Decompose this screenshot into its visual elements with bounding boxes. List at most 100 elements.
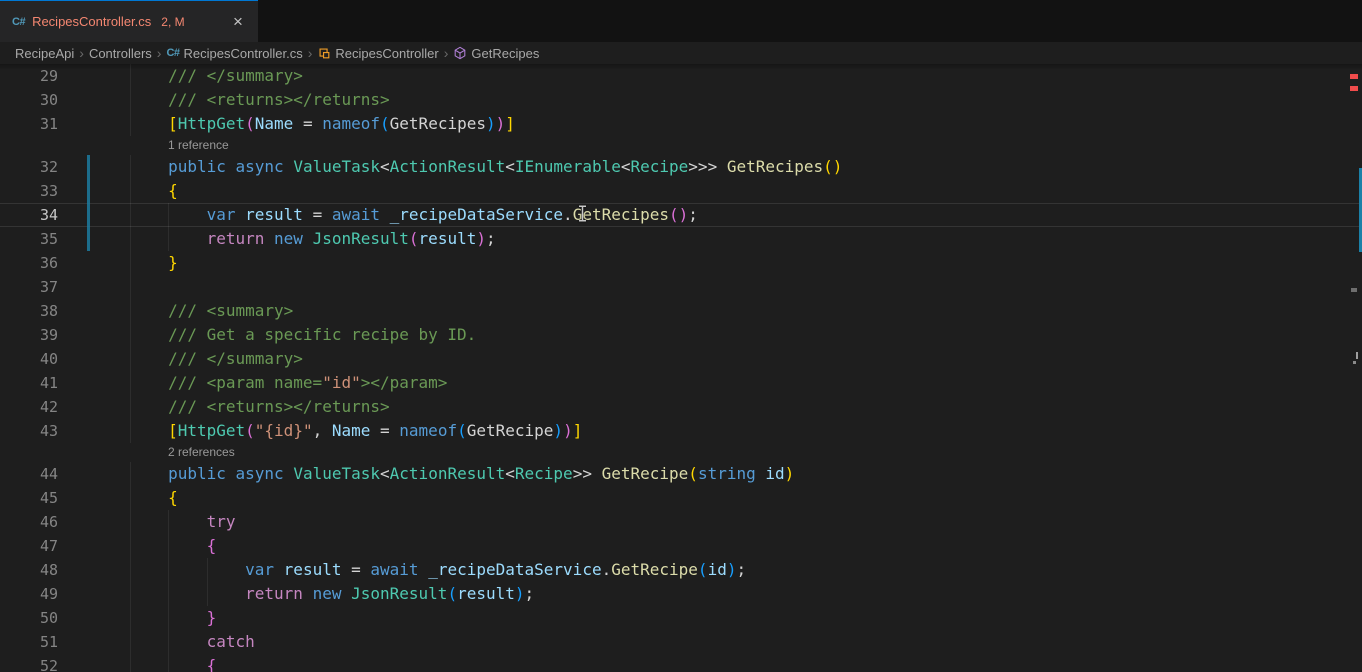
code-line-40[interactable]: 40 /// </summary> <box>0 347 1362 371</box>
line-number[interactable]: 33 <box>0 179 58 203</box>
git-modified-marker <box>87 179 90 203</box>
line-number[interactable]: 42 <box>0 395 58 419</box>
indent-guide <box>168 534 169 558</box>
line-number[interactable]: 44 <box>0 462 58 486</box>
indent-guide <box>168 558 169 582</box>
code-text: { <box>91 488 178 507</box>
code-text: } <box>91 253 178 272</box>
line-number[interactable]: 46 <box>0 510 58 534</box>
indent-guide <box>130 347 131 371</box>
code-line-49[interactable]: 49 return new JsonResult(result); <box>0 582 1362 606</box>
line-number[interactable]: 38 <box>0 299 58 323</box>
code-text: try <box>91 512 236 531</box>
git-modified-marker <box>87 227 90 251</box>
indent-guide <box>168 582 169 606</box>
indent-guide <box>130 88 131 112</box>
code-text: /// </summary> <box>91 66 303 85</box>
code-line-52[interactable]: 52 { <box>0 654 1362 672</box>
indent-guide <box>130 419 131 443</box>
codelens-reference[interactable]: 2 references <box>0 443 1362 462</box>
code-text: catch <box>91 632 255 651</box>
line-number[interactable]: 47 <box>0 534 58 558</box>
indent-guide <box>130 179 131 203</box>
code-line-50[interactable]: 50 } <box>0 606 1362 630</box>
code-text: return new JsonResult(result); <box>91 584 534 603</box>
line-number[interactable]: 30 <box>0 88 58 112</box>
code-line-47[interactable]: 47 { <box>0 534 1362 558</box>
code-line-45[interactable]: 45 { <box>0 486 1362 510</box>
line-number[interactable]: 36 <box>0 251 58 275</box>
code-line-51[interactable]: 51 catch <box>0 630 1362 654</box>
breadcrumb-item-file[interactable]: RecipesController.cs <box>184 46 303 61</box>
code-line-35[interactable]: 35 return new JsonResult(result); <box>0 227 1362 251</box>
indent-guide <box>130 155 131 179</box>
line-number[interactable]: 32 <box>0 155 58 179</box>
breadcrumb-item-recipeapi[interactable]: RecipeApi <box>15 46 74 61</box>
line-number[interactable]: 31 <box>0 112 58 136</box>
overview-ruler-mark <box>1350 74 1358 79</box>
code-line-32[interactable]: 32 public async ValueTask<ActionResult<I… <box>0 155 1362 179</box>
code-line-46[interactable]: 46 try <box>0 510 1362 534</box>
line-number[interactable]: 50 <box>0 606 58 630</box>
code-text: [HttpGet("{id}", Name = nameof(GetRecipe… <box>91 421 582 440</box>
code-text: /// <summary> <box>91 301 293 320</box>
indent-guide <box>130 299 131 323</box>
code-line-33[interactable]: 33 { <box>0 179 1362 203</box>
indent-guide <box>168 227 169 251</box>
code-line-41[interactable]: 41 /// <param name="id"></param> <box>0 371 1362 395</box>
overview-ruler-mark <box>1350 86 1358 91</box>
code-text: return new JsonResult(result); <box>91 229 496 248</box>
line-number[interactable]: 49 <box>0 582 58 606</box>
line-number[interactable]: 43 <box>0 419 58 443</box>
code-line-44[interactable]: 44 public async ValueTask<ActionResult<R… <box>0 462 1362 486</box>
code-text: } <box>91 608 216 627</box>
code-line-43[interactable]: 43 [HttpGet("{id}", Name = nameof(GetRec… <box>0 419 1362 443</box>
code-line-38[interactable]: 38 /// <summary> <box>0 299 1362 323</box>
line-number[interactable]: 45 <box>0 486 58 510</box>
line-number[interactable]: 52 <box>0 654 58 672</box>
indent-guide <box>130 510 131 534</box>
indent-guide <box>130 486 131 510</box>
indent-guide <box>130 112 131 136</box>
code-line-37[interactable]: 37 <box>0 275 1362 299</box>
overview-ruler-mark <box>1351 288 1357 292</box>
overview-ruler[interactable] <box>1348 64 1362 672</box>
code-line-39[interactable]: 39 /// Get a specific recipe by ID. <box>0 323 1362 347</box>
code-line-36[interactable]: 36 } <box>0 251 1362 275</box>
chevron-right-icon: › <box>444 45 449 61</box>
code-line-29[interactable]: 29 /// </summary> <box>0 64 1362 88</box>
code-line-34[interactable]: 34 var result = await _recipeDataService… <box>0 203 1362 227</box>
close-icon[interactable]: × <box>228 12 248 32</box>
code-text: /// </summary> <box>91 349 303 368</box>
overview-ruler-mark <box>1356 352 1358 359</box>
code-line-30[interactable]: 30 /// <returns></returns> <box>0 88 1362 112</box>
indent-guide <box>168 654 169 672</box>
code-editor[interactable]: 29 /// </summary>30 /// <returns></retur… <box>0 64 1362 672</box>
indent-guide <box>130 251 131 275</box>
line-number[interactable]: 48 <box>0 558 58 582</box>
breadcrumb-item-controllers[interactable]: Controllers <box>89 46 152 61</box>
line-number[interactable]: 41 <box>0 371 58 395</box>
indent-guide <box>130 227 131 251</box>
codelens-reference[interactable]: 1 reference <box>0 136 1362 155</box>
line-number[interactable]: 51 <box>0 630 58 654</box>
line-number[interactable]: 39 <box>0 323 58 347</box>
line-number[interactable]: 35 <box>0 227 58 251</box>
tab-recipescontroller[interactable]: C# RecipesController.cs 2, M × <box>0 0 258 42</box>
indent-guide <box>130 275 131 299</box>
indent-guide <box>130 558 131 582</box>
line-number[interactable]: 37 <box>0 275 58 299</box>
line-number[interactable]: 29 <box>0 64 58 88</box>
code-text: public async ValueTask<ActionResult<Reci… <box>91 464 794 483</box>
breadcrumb-item-method[interactable]: GetRecipes <box>471 46 539 61</box>
indent-guide <box>130 323 131 347</box>
code-line-48[interactable]: 48 var result = await _recipeDataService… <box>0 558 1362 582</box>
line-number[interactable]: 40 <box>0 347 58 371</box>
tab-title: RecipesController.cs <box>32 14 151 29</box>
code-line-42[interactable]: 42 /// <returns></returns> <box>0 395 1362 419</box>
symbol-method-icon <box>453 46 467 60</box>
breadcrumb-item-class[interactable]: RecipesController <box>335 46 438 61</box>
indent-guide <box>168 630 169 654</box>
line-number[interactable]: 34 <box>0 203 58 227</box>
code-line-31[interactable]: 31 [HttpGet(Name = nameof(GetRecipes))] <box>0 112 1362 136</box>
